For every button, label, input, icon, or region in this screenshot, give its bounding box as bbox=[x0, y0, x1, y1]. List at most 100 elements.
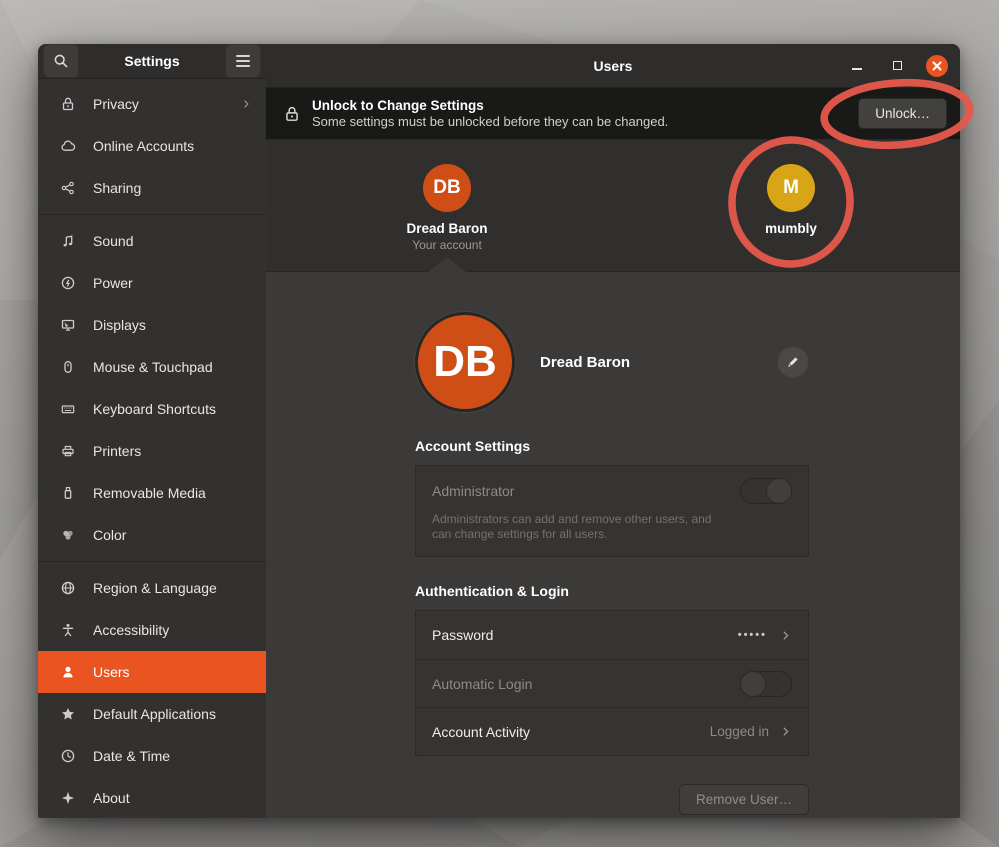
pencil-icon bbox=[786, 355, 800, 369]
minimize-button[interactable] bbox=[846, 55, 868, 77]
color-icon bbox=[60, 527, 76, 543]
auth-login-heading: Authentication & Login bbox=[415, 583, 809, 599]
chevron-right-icon bbox=[779, 725, 792, 738]
sidebar-item-sound[interactable]: Sound bbox=[38, 220, 266, 262]
user-name: mumbly bbox=[721, 221, 861, 236]
administrator-label: Administrator bbox=[432, 483, 740, 499]
user-carousel: DB Dread Baron Your account Mmumbly bbox=[266, 140, 960, 272]
settings-window: Settings Privacy Online Accounts Sharing So… bbox=[38, 44, 960, 818]
sidebar-item-label: Default Applications bbox=[93, 706, 252, 722]
lock-icon bbox=[60, 96, 76, 112]
sidebar-item-accessibility[interactable]: Accessibility bbox=[38, 609, 266, 651]
user-chip-mumbly[interactable]: Mmumbly bbox=[721, 164, 861, 236]
sidebar-item-label: Sharing bbox=[93, 180, 252, 196]
mouse-icon bbox=[60, 359, 76, 375]
sidebar-item-label: Region & Language bbox=[93, 580, 252, 596]
users-icon bbox=[60, 664, 76, 680]
minimize-icon bbox=[852, 68, 862, 70]
auth-login-card: Password ••••• Automatic Login Account A… bbox=[415, 610, 809, 756]
sidebar-item-displays[interactable]: Displays bbox=[38, 304, 266, 346]
footer-row: Remove User… bbox=[415, 784, 809, 815]
user-avatar: DB bbox=[423, 164, 471, 212]
remove-user-button[interactable]: Remove User… bbox=[679, 784, 809, 815]
sidebar-item-label: Privacy bbox=[93, 96, 240, 112]
sidebar-item-mouse-touchpad[interactable]: Mouse & Touchpad bbox=[38, 346, 266, 388]
sidebar: Settings Privacy Online Accounts Sharing So… bbox=[38, 44, 266, 818]
maximize-button[interactable] bbox=[886, 55, 908, 77]
sound-icon bbox=[60, 233, 76, 249]
sidebar-item-region-language[interactable]: Region & Language bbox=[38, 567, 266, 609]
account-activity-row[interactable]: Account Activity Logged in bbox=[416, 707, 808, 755]
sidebar-item-date-time[interactable]: Date & Time bbox=[38, 735, 266, 777]
window-controls bbox=[846, 55, 948, 77]
password-label: Password bbox=[432, 627, 738, 643]
sidebar-item-label: Users bbox=[93, 664, 252, 680]
headerbar: Users bbox=[266, 44, 960, 88]
search-icon bbox=[53, 53, 69, 69]
sidebar-item-sharing[interactable]: Sharing bbox=[38, 167, 266, 209]
unlock-banner: Unlock to Change Settings Some settings … bbox=[266, 88, 960, 140]
automatic-login-toggle[interactable] bbox=[740, 671, 792, 697]
password-value: ••••• bbox=[738, 629, 767, 641]
administrator-toggle[interactable] bbox=[740, 478, 792, 504]
hamburger-icon bbox=[236, 55, 250, 67]
accessibility-icon bbox=[60, 622, 76, 638]
sidebar-header: Settings bbox=[38, 44, 266, 79]
drive-icon bbox=[60, 485, 76, 501]
profile-avatar[interactable]: DB bbox=[415, 312, 515, 412]
search-button[interactable] bbox=[43, 44, 79, 78]
cloud-icon bbox=[60, 138, 76, 154]
sidebar-item-users[interactable]: Users bbox=[38, 651, 266, 693]
sidebar-item-keyboard-shortcuts[interactable]: Keyboard Shortcuts bbox=[38, 388, 266, 430]
user-chip-dread-baron[interactable]: DB Dread Baron Your account bbox=[377, 164, 517, 252]
power-icon bbox=[60, 275, 76, 291]
sidebar-item-default-applications[interactable]: Default Applications bbox=[38, 693, 266, 735]
sidebar-item-label: Printers bbox=[93, 443, 252, 459]
sidebar-list: Privacy Online Accounts Sharing Sound Power D… bbox=[38, 79, 266, 818]
banner-subtitle: Some settings must be unlocked before th… bbox=[312, 114, 858, 130]
automatic-login-label: Automatic Login bbox=[432, 676, 740, 692]
sidebar-item-power[interactable]: Power bbox=[38, 262, 266, 304]
administrator-description: Administrators can add and remove other … bbox=[432, 512, 732, 542]
sidebar-item-online-accounts[interactable]: Online Accounts bbox=[38, 125, 266, 167]
close-button[interactable] bbox=[926, 55, 948, 77]
account-activity-label: Account Activity bbox=[432, 724, 710, 740]
chevron-right-icon bbox=[779, 629, 792, 642]
sidebar-item-printers[interactable]: Printers bbox=[38, 430, 266, 472]
clock-icon bbox=[60, 748, 76, 764]
sidebar-separator bbox=[38, 561, 266, 562]
sidebar-item-label: Color bbox=[93, 527, 252, 543]
sidebar-item-label: Removable Media bbox=[93, 485, 252, 501]
user-subtitle: Your account bbox=[377, 238, 517, 252]
star-icon bbox=[60, 706, 76, 722]
sidebar-item-color[interactable]: Color bbox=[38, 514, 266, 556]
sparkle-icon bbox=[60, 790, 76, 806]
sidebar-separator bbox=[38, 214, 266, 215]
menu-button[interactable] bbox=[225, 44, 261, 78]
maximize-icon bbox=[893, 61, 902, 70]
sidebar-item-about[interactable]: About bbox=[38, 777, 266, 818]
user-detail-pane: DB Dread Baron Account Settings Administ… bbox=[266, 272, 960, 818]
edit-name-button[interactable] bbox=[777, 346, 809, 378]
display-icon bbox=[60, 317, 76, 333]
sidebar-item-label: Sound bbox=[93, 233, 252, 249]
close-icon bbox=[931, 60, 943, 72]
password-row[interactable]: Password ••••• bbox=[416, 611, 808, 659]
main-pane: Users Unlock to Change Settings Some set… bbox=[266, 44, 960, 818]
sidebar-item-privacy[interactable]: Privacy bbox=[38, 83, 266, 125]
sidebar-title: Settings bbox=[83, 53, 221, 69]
selected-user-caret bbox=[428, 257, 466, 272]
sidebar-item-label: Mouse & Touchpad bbox=[93, 359, 252, 375]
profile-row: DB Dread Baron bbox=[415, 312, 809, 412]
keyboard-icon bbox=[60, 401, 76, 417]
chevron-right-icon bbox=[240, 98, 252, 110]
banner-title: Unlock to Change Settings bbox=[312, 97, 858, 114]
account-settings-card: Administrator Administrators can add and… bbox=[415, 465, 809, 557]
sidebar-item-label: About bbox=[93, 790, 252, 806]
globe-icon bbox=[60, 580, 76, 596]
unlock-button[interactable]: Unlock… bbox=[858, 98, 947, 129]
sidebar-item-label: Power bbox=[93, 275, 252, 291]
automatic-login-row: Automatic Login bbox=[416, 659, 808, 707]
sidebar-item-removable-media[interactable]: Removable Media bbox=[38, 472, 266, 514]
user-name: Dread Baron bbox=[377, 221, 517, 236]
